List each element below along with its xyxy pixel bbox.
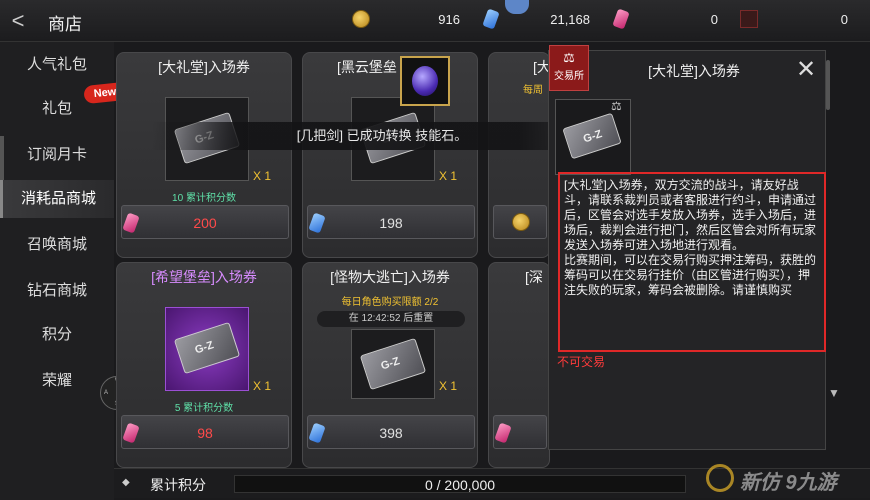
price-value: 198	[379, 215, 403, 231]
description-paragraph: [大礼堂]入场券，双方交流的战斗，请友好战斗，请联系裁判员或者客服进行约斗，申请…	[564, 178, 817, 252]
pink-gem-icon	[612, 8, 630, 30]
buy-button[interactable]: 200	[121, 205, 289, 239]
points-label: 5 累计积分数	[174, 403, 234, 414]
buy-button[interactable]: 198	[307, 205, 475, 239]
points-progress-bar: 0 / 200,000	[234, 475, 686, 493]
close-icon[interactable]: ✕	[793, 57, 819, 83]
not-tradable-label: 不可交易	[557, 355, 606, 369]
token-icon	[740, 10, 758, 28]
item-frame	[165, 307, 249, 391]
token-value: 0	[840, 12, 848, 27]
buy-button[interactable]: 398	[307, 415, 475, 449]
pink-gem-icon	[494, 422, 512, 444]
sidebar-item-summon[interactable]: 召唤商城	[0, 226, 114, 264]
item-quantity: X 1	[439, 169, 458, 183]
ticket-icon	[173, 321, 241, 375]
sidebar-item-monthly-card[interactable]: 订阅月卡	[0, 136, 114, 174]
reset-timer: 在 12:42:52 后重置	[317, 311, 465, 327]
buy-button[interactable]: 98	[121, 415, 289, 449]
token-currency: 0	[740, 10, 848, 30]
sidebar-item-diamond[interactable]: 钻石商城	[0, 272, 114, 310]
buy-button[interactable]	[493, 205, 547, 239]
item-frame	[351, 329, 435, 399]
item-quantity: X 1	[253, 379, 272, 393]
page-title: 商店	[48, 15, 82, 34]
shop-card[interactable]: [深	[488, 262, 550, 468]
card-title: [怪物大逃亡]入场券	[330, 269, 450, 285]
shop-card[interactable]: [希望堡垒]入场券 X 1 5 累计积分数 98	[116, 262, 292, 468]
pink-gem-currency: 0	[612, 8, 718, 30]
description-paragraph: 比赛期间，可以在交易行购买押注筹码，获胜的筹码可以在交易行挂价（由区管进行购买）…	[564, 253, 817, 297]
blue-gem-icon	[482, 8, 500, 30]
ticket-icon	[359, 337, 427, 391]
points-label: 10 累计积分数	[172, 193, 236, 204]
sidebar-item-honor[interactable]: 荣耀	[0, 362, 114, 400]
card-title: [希望堡垒]入场券	[151, 269, 257, 285]
info-title: [大礼堂]入场券	[648, 63, 740, 79]
watermark-circle-icon	[706, 464, 734, 492]
diamond-icon: ◆	[122, 477, 130, 488]
price-value: 200	[193, 215, 217, 231]
shop-card[interactable]: [大礼堂]入场券 X 1 10 累计积分数 200	[116, 52, 292, 258]
toast-message: [几把剑] 已成功转换 技能石。	[152, 122, 612, 150]
gold-currency: 916	[352, 10, 460, 30]
item-quantity: X 1	[439, 379, 458, 393]
price-value: 98	[197, 425, 213, 441]
scroll-down-icon[interactable]: ▼	[828, 386, 842, 406]
back-arrow-icon[interactable]: <	[4, 8, 32, 34]
shop-card[interactable]: [怪物大逃亡]入场券 每日角色购买限额 2/2 在 12:42:52 后重置 X…	[302, 262, 478, 468]
sidebar: 人气礼包 礼包 New 订阅月卡 消耗品商城 召唤商城 钻石商城 积分 荣耀	[0, 42, 127, 500]
compass-a: A	[104, 390, 109, 396]
price-value: 398	[379, 425, 403, 441]
scrollbar[interactable]	[826, 60, 830, 110]
card-title: [大礼堂]入场券	[158, 59, 250, 75]
gold-coin-icon	[352, 10, 370, 28]
item-quantity: X 1	[253, 169, 272, 183]
exchange-tag: ⚖ 交易所	[549, 45, 589, 91]
scale-icon: ⚖	[563, 50, 575, 65]
sidebar-item-consumables[interactable]: 消耗品商城	[0, 180, 114, 218]
exchange-label: 交易所	[554, 71, 584, 82]
sidebar-item-popular-packs[interactable]: 人气礼包	[0, 46, 114, 84]
skill-stone-icon	[400, 56, 450, 106]
blue-gem-value: 21,168	[550, 12, 590, 27]
progress-text: 0 / 200,000	[424, 477, 496, 493]
gold-coin-icon	[512, 213, 530, 231]
sidebar-item-points[interactable]: 积分	[0, 316, 114, 354]
watermark-text: 新仿 9九游	[740, 472, 837, 494]
top-bar: < 商店 916 21,168 0 0	[0, 0, 870, 42]
pink-gem-value: 0	[710, 12, 718, 27]
ticket-icon	[562, 112, 622, 160]
trade-scale-icon: ⚖	[611, 99, 622, 113]
item-description: [大礼堂]入场券，双方交流的战斗，请友好战斗，请联系裁判员或者客服进行约斗，申请…	[558, 172, 826, 352]
accumulated-points-label: 累计积分	[150, 477, 206, 493]
buy-button[interactable]	[493, 415, 547, 449]
shop-card[interactable]: [黑云堡垒 X 1 198	[302, 52, 478, 258]
daily-limit-label: 每日角色购买限额 2/2	[341, 297, 439, 308]
gold-value: 916	[438, 12, 460, 27]
blue-gem-currency: 21,168	[482, 8, 590, 30]
watermark-logo: 新仿 9九游	[706, 458, 866, 498]
shop-card[interactable]: [大 每周	[488, 52, 551, 258]
